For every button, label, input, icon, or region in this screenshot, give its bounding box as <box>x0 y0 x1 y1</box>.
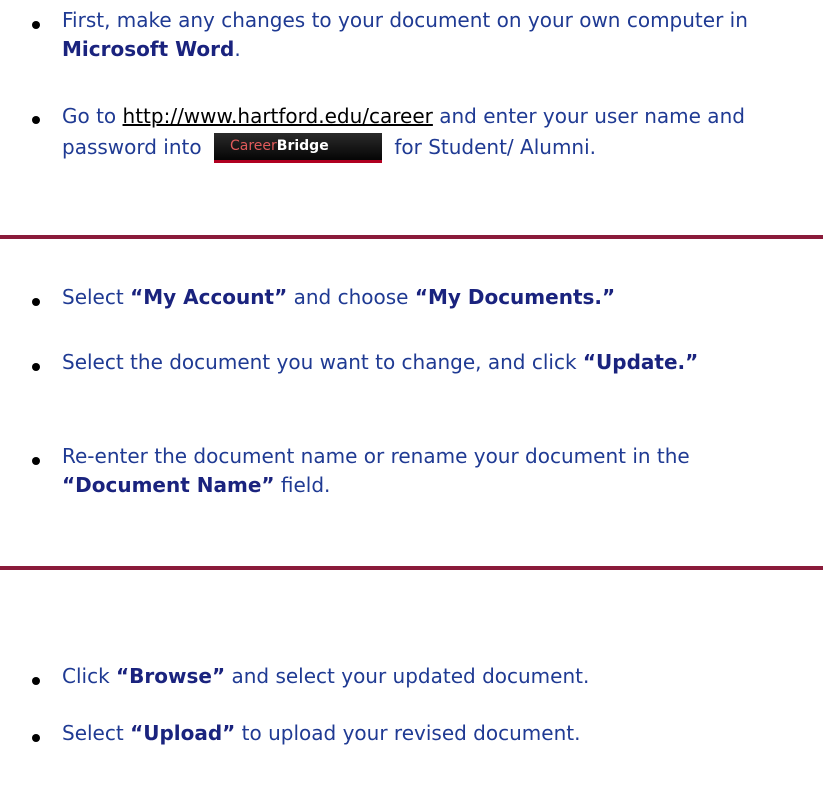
step-4-text: Select the document you want to change, … <box>62 348 823 377</box>
step-1: First, make any changes to your document… <box>62 6 823 64</box>
step-text: First, make any changes to your document… <box>62 8 748 32</box>
step-text: to upload your revised document. <box>235 721 581 745</box>
step-2-text: Go to http://www.hartford.edu/career and… <box>62 101 823 164</box>
emphasis-text: “My Documents.” <box>414 285 616 309</box>
step-text: . <box>234 37 241 61</box>
bullet <box>32 677 40 685</box>
step-text: field. <box>274 473 331 497</box>
emphasis-text: “My Account” <box>130 285 288 309</box>
emphasis-text: “Upload” <box>130 721 236 745</box>
step-3: Select “My Account” and choose “My Docum… <box>62 283 823 312</box>
step-text: Select the document you want to change, … <box>62 350 583 374</box>
bullet <box>32 734 40 742</box>
bullet <box>32 298 40 306</box>
step-7: Select “Upload” to upload your revised d… <box>62 719 823 748</box>
career-link[interactable]: http://www.hartford.edu/career <box>123 104 433 128</box>
bullet <box>32 457 40 465</box>
emphasis-text: “Browse” <box>116 664 226 688</box>
step-text: Click <box>62 664 117 688</box>
bullet <box>32 363 40 371</box>
logo-bridge-text: Bridge <box>276 137 329 154</box>
emphasis-text: Microsoft Word <box>62 37 235 61</box>
step-6: Click “Browse” and select your updated d… <box>62 662 823 691</box>
logo-career-text: Career <box>229 137 277 154</box>
step-4: Select the document you want to change, … <box>62 348 823 377</box>
step-text: Select <box>62 721 131 745</box>
section-divider <box>0 566 823 570</box>
emphasis-text: “Update.” <box>582 350 699 374</box>
step-7-text: Select “Upload” to upload your revised d… <box>62 719 823 748</box>
step-text: and choose <box>287 285 415 309</box>
step-5: Re-enter the document name or rename you… <box>62 442 823 500</box>
step-2: Go to http://www.hartford.edu/career and… <box>62 101 823 164</box>
section-divider <box>0 235 823 239</box>
step-text: Re-enter the document name or rename you… <box>62 444 690 468</box>
step-1-text: First, make any changes to your document… <box>62 6 823 64</box>
emphasis-text: “Document Name” <box>62 473 275 497</box>
step-5-text: Re-enter the document name or rename you… <box>62 442 823 500</box>
step-text: Select <box>62 285 131 309</box>
bullet <box>32 116 40 124</box>
step-text: and select your updated document. <box>225 664 590 688</box>
bullet <box>32 21 40 29</box>
step-3-text: Select “My Account” and choose “My Docum… <box>62 283 823 312</box>
careerbridge-logo: CareerBridge <box>213 132 382 163</box>
step-6-text: Click “Browse” and select your updated d… <box>62 662 823 691</box>
step-text: Go to <box>62 104 123 128</box>
step-text: for Student/ Alumni. <box>387 135 597 159</box>
